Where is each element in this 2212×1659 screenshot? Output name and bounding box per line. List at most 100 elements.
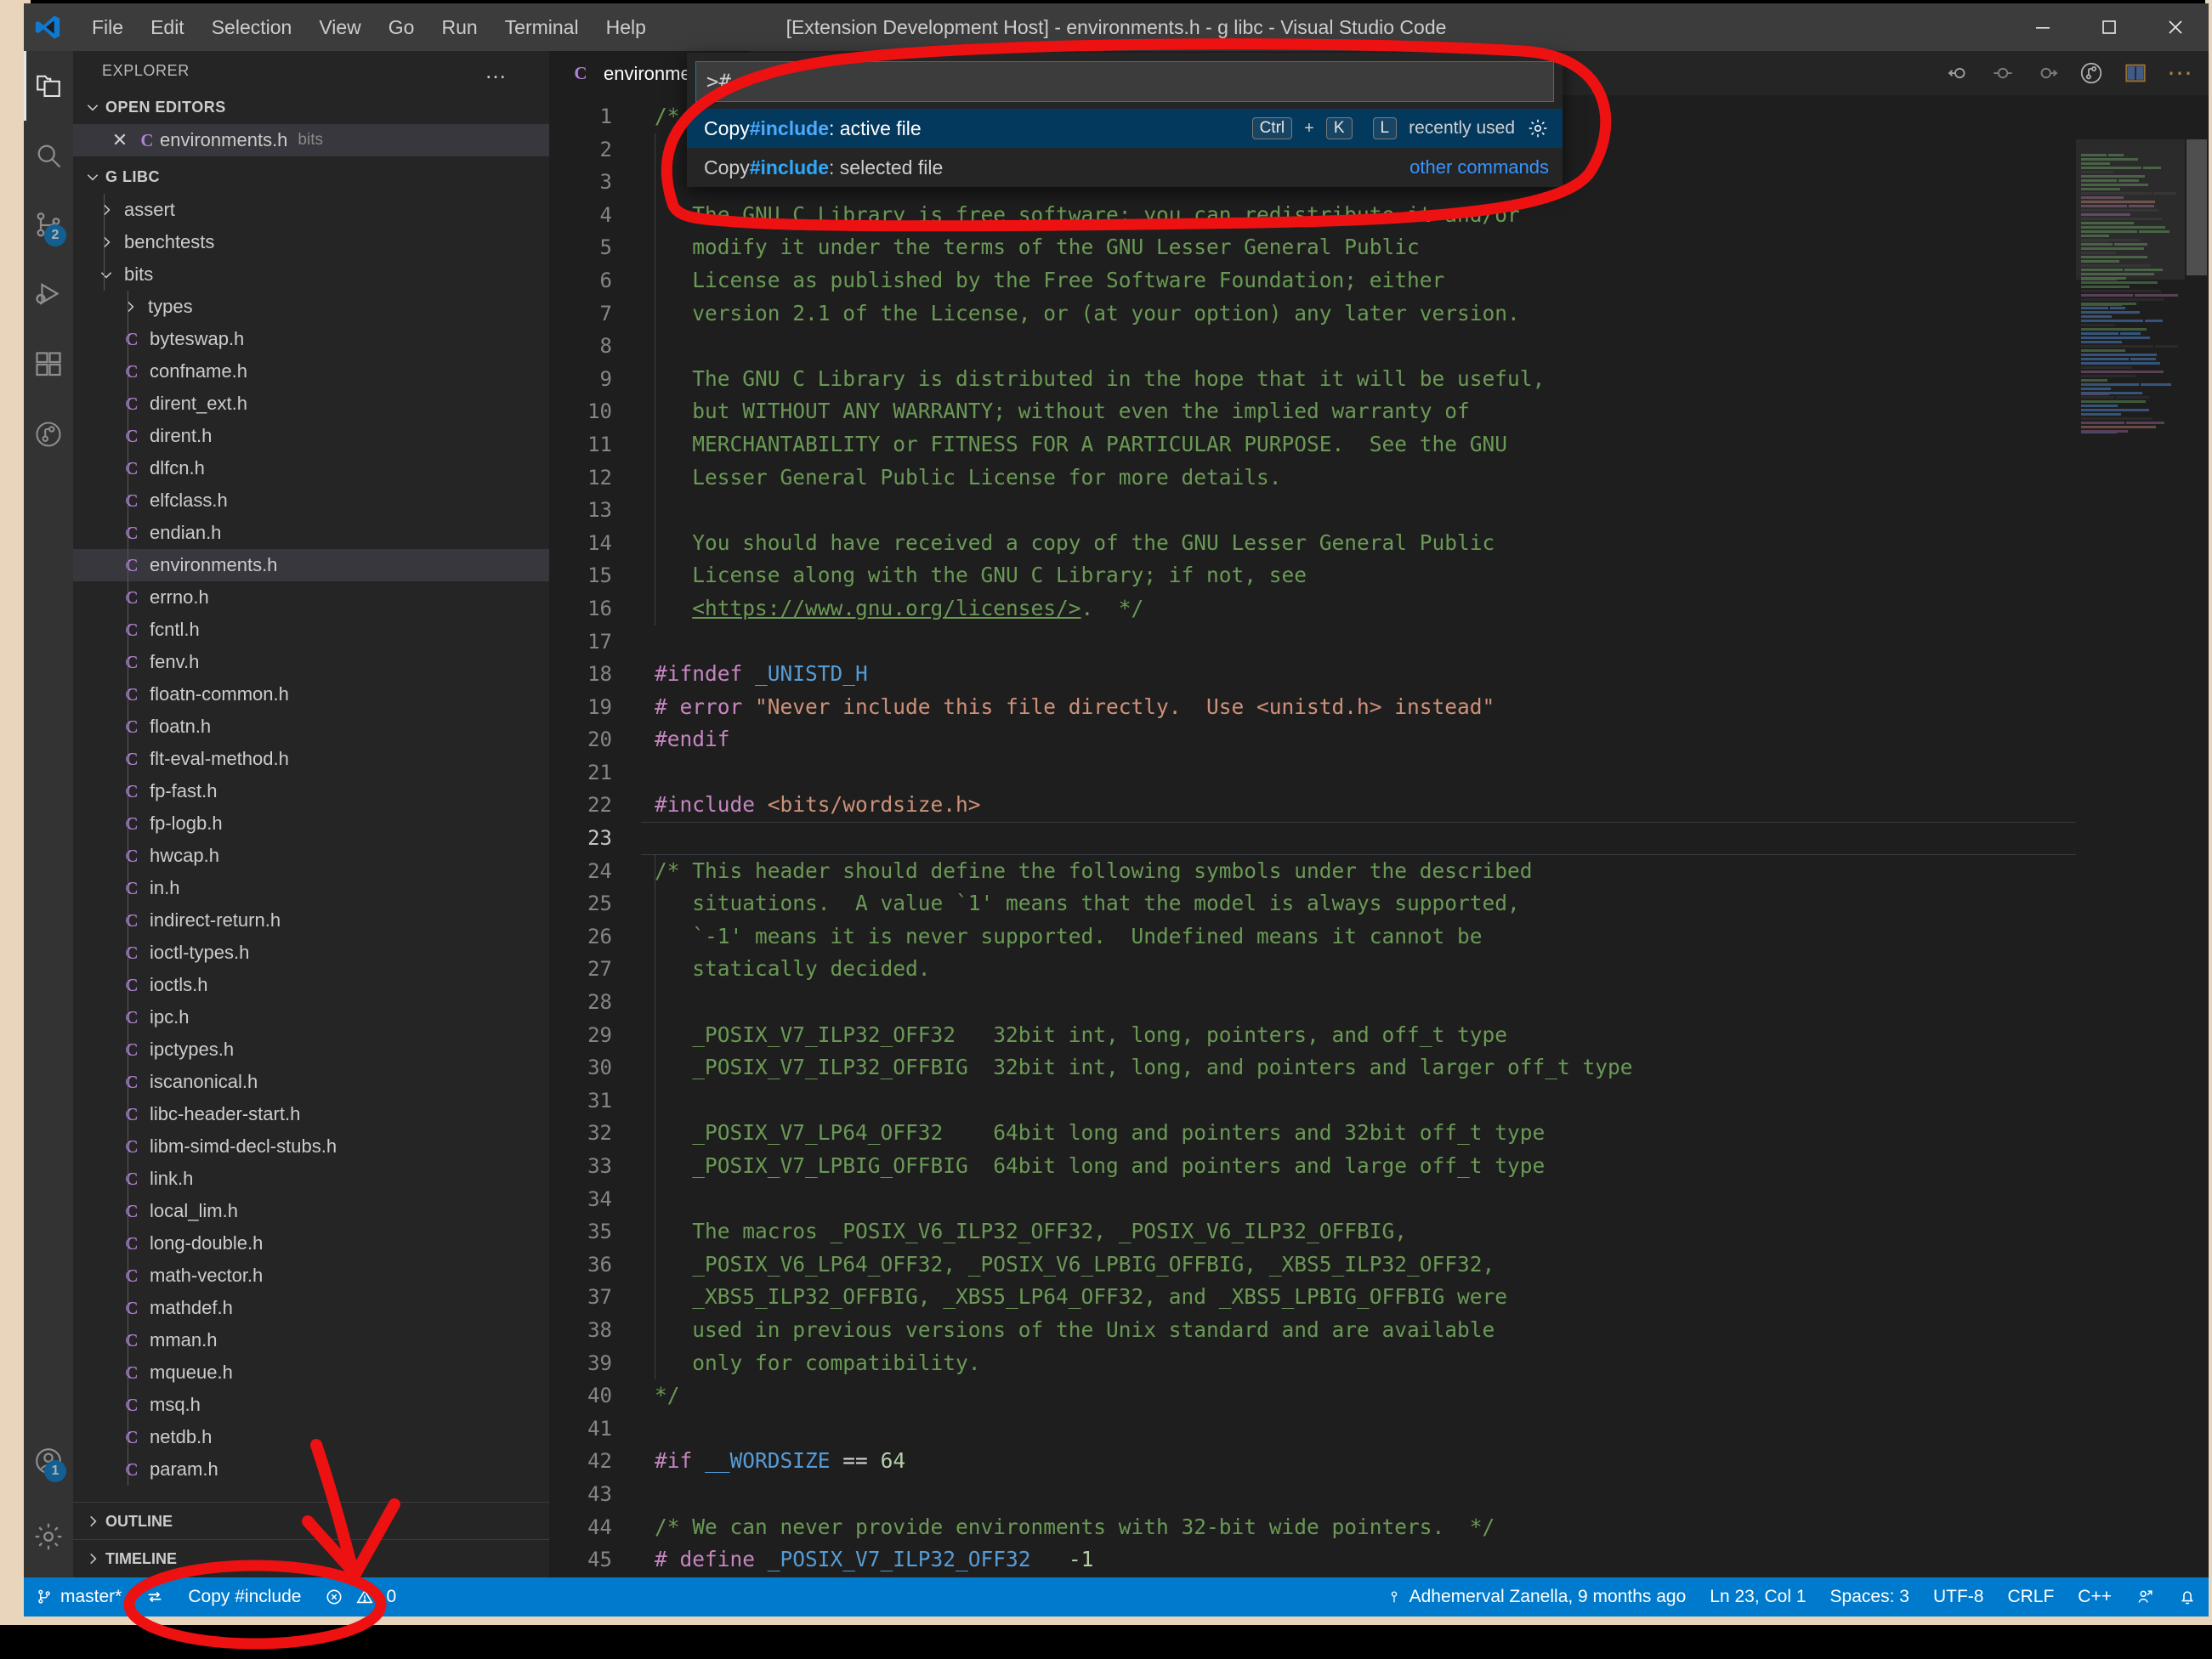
code-line[interactable]: 8 bbox=[549, 330, 2209, 363]
code-line[interactable]: 30 _POSIX_V7_ILP32_OFFBIG 32bit int, lon… bbox=[549, 1051, 2209, 1084]
code-line[interactable]: 44 /* We can never provide environments w… bbox=[549, 1511, 2209, 1544]
more-actions-icon[interactable]: ⋯ bbox=[2167, 59, 2195, 88]
activity-explorer[interactable] bbox=[24, 51, 73, 121]
command-palette[interactable]: Copy #include: active fileCtrl+KLrecentl… bbox=[687, 53, 1563, 187]
code-line[interactable]: 31 bbox=[549, 1084, 2209, 1118]
activity-gitlens[interactable] bbox=[24, 399, 73, 469]
tree-file[interactable]: Cipctypes.h bbox=[73, 1033, 549, 1066]
tree-file[interactable]: Cfcntl.h bbox=[73, 614, 549, 646]
code-line[interactable]: 41 bbox=[549, 1413, 2209, 1446]
tree-file[interactable]: Cfloatn.h bbox=[73, 711, 549, 743]
tree-file[interactable]: Cendian.h bbox=[73, 517, 549, 549]
code-line[interactable]: 29 _POSIX_V7_ILP32_OFF32 32bit int, long… bbox=[549, 1019, 2209, 1052]
status-notifications[interactable] bbox=[2166, 1577, 2209, 1617]
tree-file[interactable]: Cfloatn-common.h bbox=[73, 678, 549, 711]
tree-file[interactable]: Cin.h bbox=[73, 872, 549, 904]
tree-file[interactable]: Cfp-fast.h bbox=[73, 775, 549, 807]
go-forward-icon[interactable] bbox=[2034, 60, 2060, 86]
code-line[interactable]: 24 /* This header should define the follo… bbox=[549, 855, 2209, 888]
minimize-button[interactable] bbox=[2010, 3, 2076, 51]
activity-search[interactable] bbox=[24, 121, 73, 190]
status-encoding[interactable]: UTF-8 bbox=[1921, 1577, 1996, 1617]
code-line[interactable]: 36 _POSIX_V6_LP64_OFF32, _POSIX_V6_LPBIG… bbox=[549, 1248, 2209, 1282]
tree-file[interactable]: Cdirent_ext.h bbox=[73, 388, 549, 420]
close-button[interactable] bbox=[2142, 3, 2209, 51]
tree-file[interactable]: Celfclass.h bbox=[73, 484, 549, 517]
menu-file[interactable]: File bbox=[78, 11, 137, 44]
maximize-button[interactable] bbox=[2076, 3, 2142, 51]
go-back-icon[interactable] bbox=[1946, 60, 1971, 86]
commit-icon[interactable] bbox=[1990, 60, 2016, 86]
activity-manage-gear-icon[interactable] bbox=[24, 1496, 73, 1577]
menu-help[interactable]: Help bbox=[593, 11, 660, 44]
configure-keybinding-gear-icon[interactable] bbox=[1527, 117, 1549, 139]
code-line[interactable]: 21 bbox=[549, 756, 2209, 790]
tree-folder[interactable]: types bbox=[73, 291, 549, 323]
code-line[interactable]: 10 but WITHOUT ANY WARRANTY; without eve… bbox=[549, 395, 2209, 428]
code-line[interactable]: 18 #ifndef _UNISTD_H bbox=[549, 658, 2209, 691]
code-line[interactable]: 15 License along with the GNU C Library;… bbox=[549, 559, 2209, 592]
activity-extensions[interactable] bbox=[24, 330, 73, 399]
section-open-editors[interactable]: OPEN EDITORS bbox=[73, 90, 549, 124]
code-line[interactable]: 33 _POSIX_V7_LPBIG_OFFBIG 64bit long and… bbox=[549, 1150, 2209, 1183]
code-line[interactable]: 43 bbox=[549, 1478, 2209, 1511]
code-line[interactable]: 17 bbox=[549, 626, 2209, 659]
tree-file[interactable]: Cindirect-return.h bbox=[73, 904, 549, 937]
minimap-slider[interactable] bbox=[2076, 139, 2185, 280]
tree-file[interactable]: Cfenv.h bbox=[73, 646, 549, 678]
tree-file[interactable]: Clibc-header-start.h bbox=[73, 1098, 549, 1130]
tree-file[interactable]: Clink.h bbox=[73, 1163, 549, 1195]
code-line[interactable]: 6 License as published by the Free Softw… bbox=[549, 264, 2209, 297]
code-line[interactable]: 12 Lesser General Public License for mor… bbox=[549, 461, 2209, 495]
code-line[interactable]: 19 # error "Never include this file direc… bbox=[549, 691, 2209, 724]
code-line[interactable]: 39 only for compatibility. bbox=[549, 1347, 2209, 1380]
gitlens-icon[interactable] bbox=[2079, 60, 2104, 86]
tree-file[interactable]: Cerrno.h bbox=[73, 581, 549, 614]
code-line[interactable]: 7 version 2.1 of the License, or (at you… bbox=[549, 297, 2209, 331]
code-line[interactable]: 28 bbox=[549, 986, 2209, 1019]
panel-timeline[interactable]: TIMELINE bbox=[73, 1539, 549, 1577]
status-cursor-position[interactable]: Ln 23, Col 1 bbox=[1698, 1577, 1818, 1617]
editor-scrollbar[interactable] bbox=[2185, 139, 2209, 1577]
status-problems[interactable]: 0 bbox=[313, 1577, 408, 1617]
code-line[interactable]: 5 modify it under the terms of the GNU L… bbox=[549, 231, 2209, 264]
open-editor-item[interactable]: ✕ C environments.h bits bbox=[73, 124, 549, 156]
tree-file[interactable]: Cmman.h bbox=[73, 1324, 549, 1356]
code-line[interactable]: 14 You should have received a copy of th… bbox=[549, 527, 2209, 560]
split-editor-icon[interactable] bbox=[2123, 60, 2148, 86]
code-line[interactable]: 35 The macros _POSIX_V6_ILP32_OFF32, _PO… bbox=[549, 1215, 2209, 1248]
code-line[interactable]: 26 `-1' means it is never supported. Und… bbox=[549, 920, 2209, 954]
code-line[interactable]: 27 statically decided. bbox=[549, 953, 2209, 986]
tree-file[interactable]: Clocal_lim.h bbox=[73, 1195, 549, 1227]
activity-source-control[interactable]: 2 bbox=[24, 190, 73, 260]
palette-input[interactable] bbox=[695, 61, 1554, 102]
menu-edit[interactable]: Edit bbox=[137, 11, 198, 44]
menu-run[interactable]: Run bbox=[428, 11, 491, 44]
tree-file[interactable]: Cioctl-types.h bbox=[73, 937, 549, 969]
tree-file[interactable]: Cipc.h bbox=[73, 1001, 549, 1033]
tree-file[interactable]: Cmqueue.h bbox=[73, 1356, 549, 1389]
code-line[interactable]: 38 used in previous versions of the Unix… bbox=[549, 1314, 2209, 1347]
panel-outline[interactable]: OUTLINE bbox=[73, 1502, 549, 1540]
tree-folder[interactable]: bits bbox=[73, 258, 549, 291]
tree-file[interactable]: Chwcap.h bbox=[73, 840, 549, 872]
palette-group-label[interactable]: other commands bbox=[1409, 156, 1549, 178]
activity-accounts[interactable]: 1 bbox=[24, 1426, 73, 1496]
palette-result-item[interactable]: Copy #include: selected file other comman… bbox=[687, 148, 1563, 187]
tree-file[interactable]: Ciscanonical.h bbox=[73, 1066, 549, 1098]
tree-file[interactable]: Cmathdef.h bbox=[73, 1292, 549, 1324]
status-language-mode[interactable]: C++ bbox=[2066, 1577, 2124, 1617]
code-editor[interactable]: 1/* 2 3 4 The GNU C Library is free softwar… bbox=[549, 95, 2209, 1577]
sidebar-more-actions-icon[interactable]: … bbox=[485, 58, 529, 84]
tree-file[interactable]: Cdirent.h bbox=[73, 420, 549, 452]
code-line[interactable]: 13 bbox=[549, 494, 2209, 527]
tree-file[interactable]: Cmath-vector.h bbox=[73, 1260, 549, 1292]
menu-view[interactable]: View bbox=[305, 11, 374, 44]
code-line[interactable]: 25 situations. A value `1' means that th… bbox=[549, 887, 2209, 920]
tree-file[interactable]: Clibm-simd-decl-stubs.h bbox=[73, 1130, 549, 1163]
code-line[interactable]: 42 #if __WORDSIZE == 64 bbox=[549, 1445, 2209, 1478]
code-content[interactable]: 1/* 2 3 4 The GNU C Library is free softwar… bbox=[549, 100, 2209, 1577]
code-line[interactable]: 20 #endif bbox=[549, 723, 2209, 756]
code-line[interactable]: 22 #include <bits/wordsize.h> bbox=[549, 789, 2209, 822]
activity-run-debug[interactable] bbox=[24, 260, 73, 330]
